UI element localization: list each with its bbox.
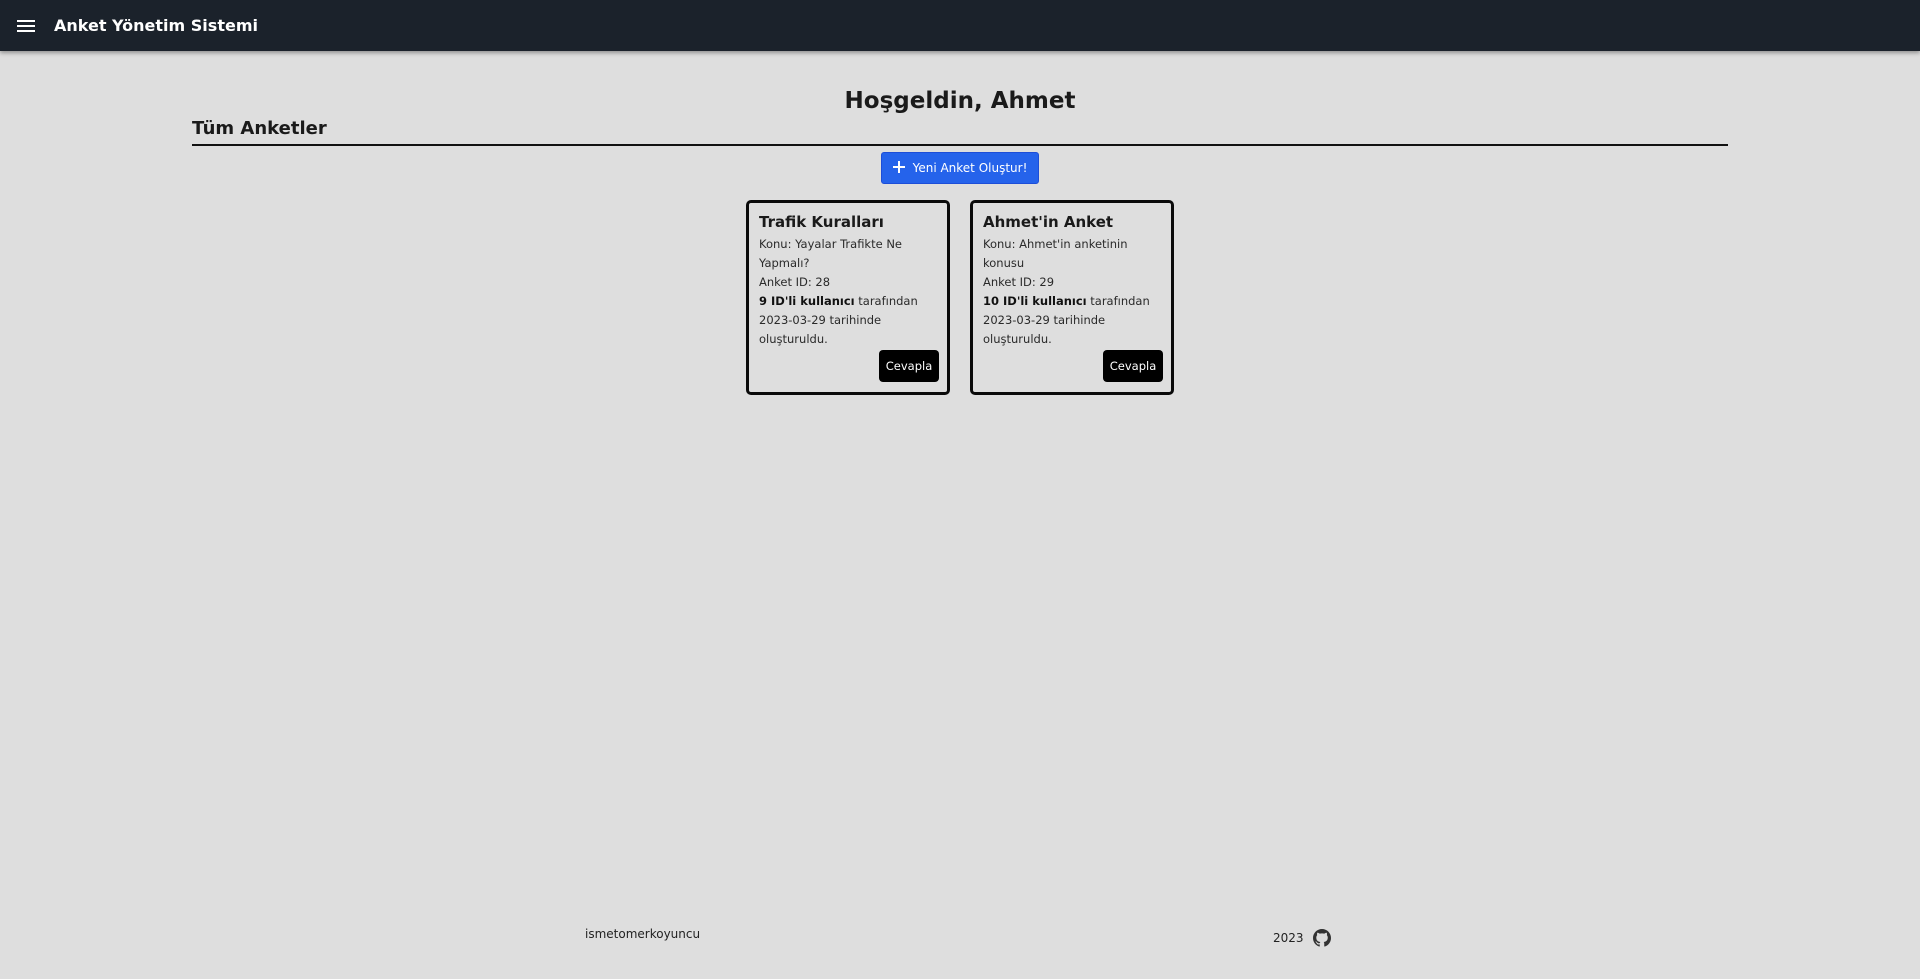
survey-id: Anket ID: 29 — [983, 275, 1055, 289]
answer-button[interactable]: Cevapla — [1103, 350, 1163, 382]
survey-topic: Konu: Yayalar Trafikte Ne Yapmalı? — [759, 237, 903, 270]
new-survey-label: Yeni Anket Oluştur! — [912, 161, 1028, 175]
survey-card: Ahmet'in Anket Konu: Ahmet'in anketinin … — [970, 200, 1174, 395]
survey-title: Ahmet'in Anket — [983, 213, 1114, 231]
survey-card: Trafik Kuralları Konu: Yayalar Trafikte … — [746, 200, 950, 395]
section-divider — [192, 144, 1728, 146]
new-survey-button[interactable]: Yeni Anket Oluştur! — [881, 152, 1039, 184]
footer-author: ismetomerkoyuncu — [585, 927, 701, 941]
app-bar: Anket Yönetim Sistemi — [0, 0, 1920, 51]
github-icon[interactable] — [1312, 929, 1331, 947]
survey-id: Anket ID: 28 — [759, 275, 831, 289]
welcome-heading: Hoşgeldin, Ahmet — [844, 88, 1076, 114]
answer-button[interactable]: Cevapla — [879, 350, 939, 382]
footer-meta: 2023 — [1273, 929, 1331, 947]
survey-creator: 10 ID'li kullanıcı tarafından 2023-03-29… — [983, 292, 1161, 349]
creator-id: 9 ID'li kullanıcı — [759, 294, 855, 308]
survey-creator: 9 ID'li kullanıcı tarafından 2023-03-29 … — [759, 292, 937, 349]
survey-title: Trafik Kuralları — [759, 213, 884, 231]
plus-icon — [892, 160, 905, 176]
creator-id: 10 ID'li kullanıcı — [983, 294, 1087, 308]
hamburger-menu-icon[interactable] — [14, 14, 38, 38]
section-title: Tüm Anketler — [192, 118, 327, 139]
footer-year: 2023 — [1273, 931, 1304, 945]
app-title: Anket Yönetim Sistemi — [54, 16, 258, 35]
survey-topic: Konu: Ahmet'in anketinin konusu — [983, 237, 1128, 270]
